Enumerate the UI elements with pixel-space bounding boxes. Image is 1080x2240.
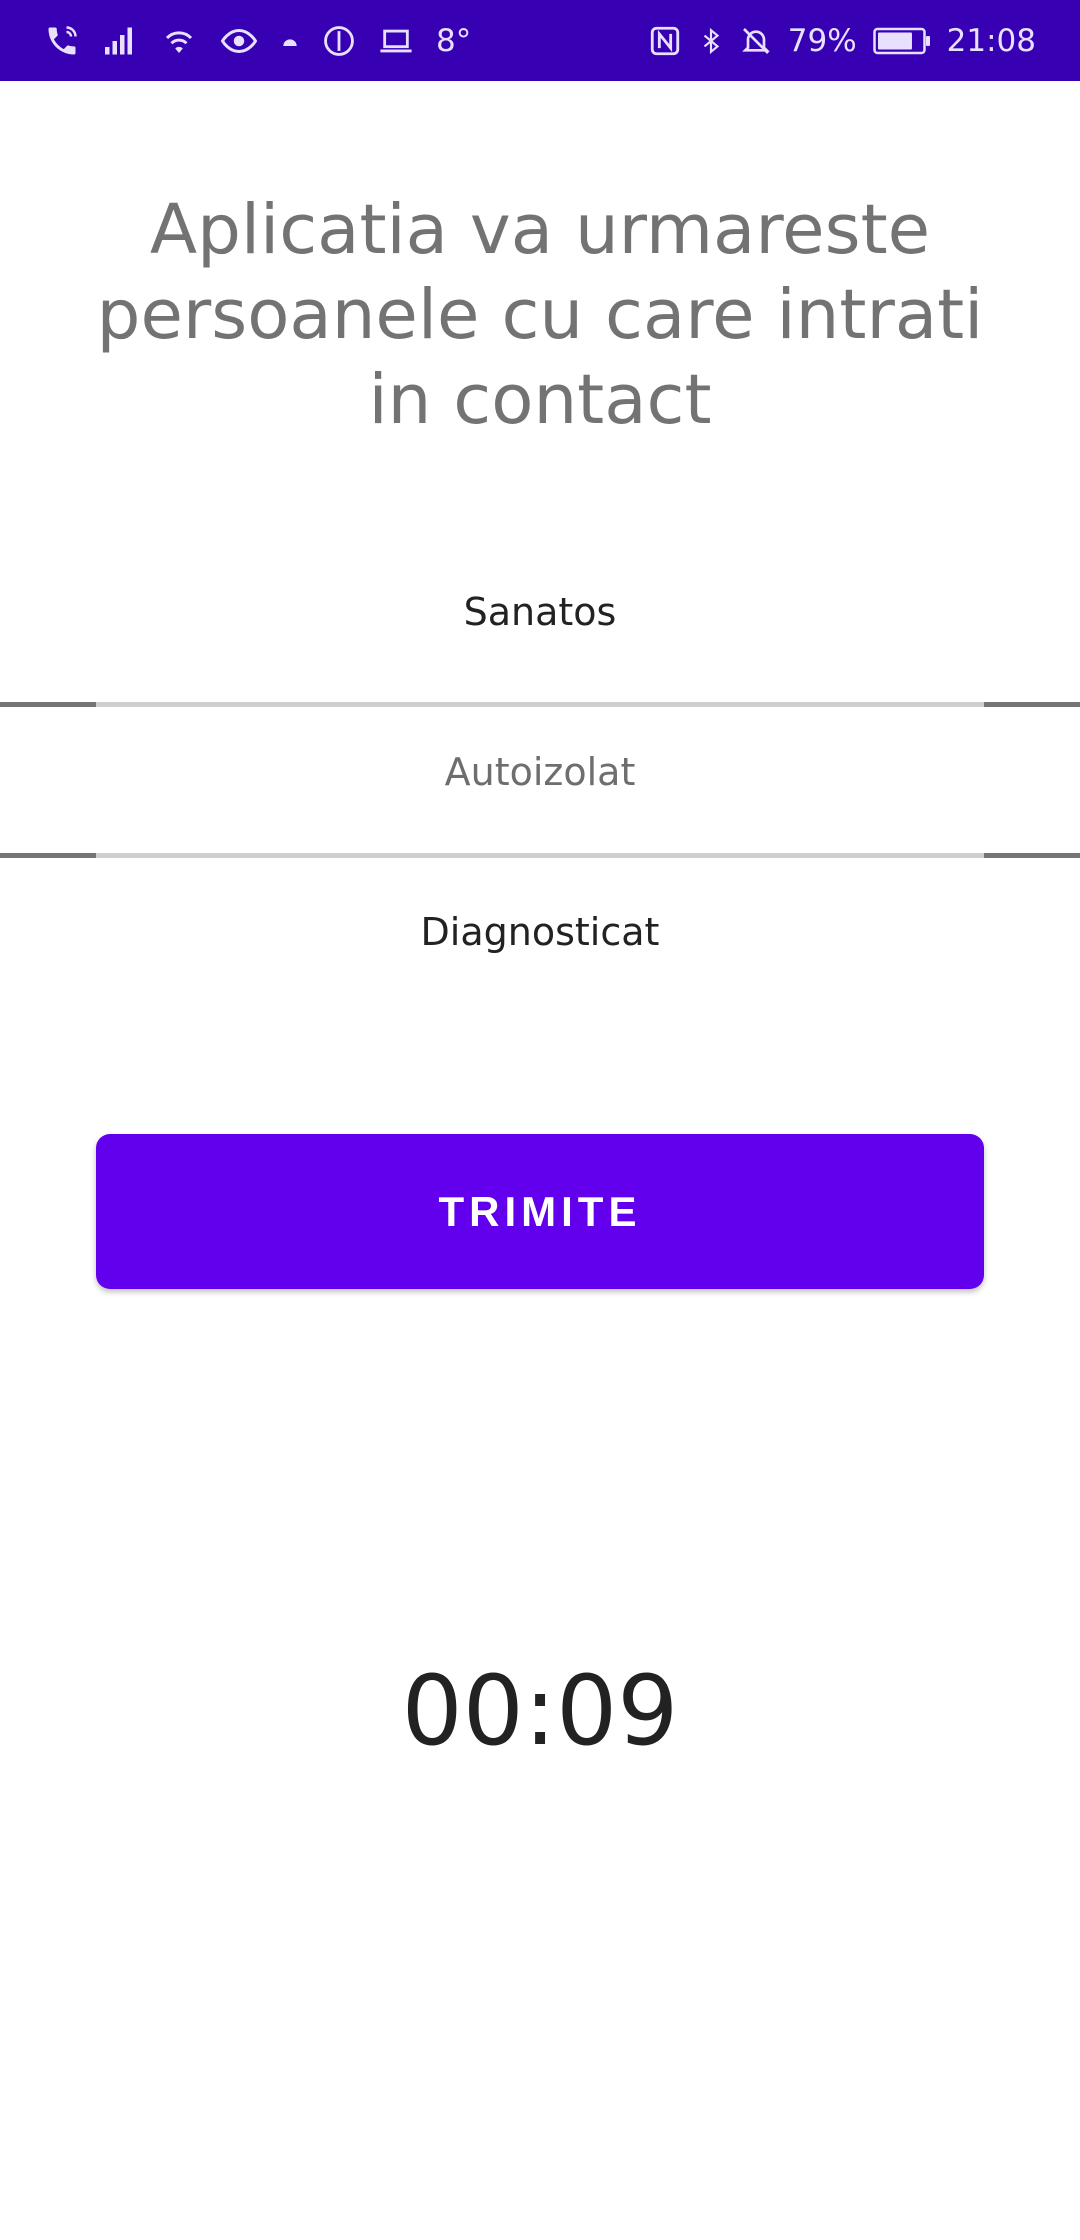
battery-percent-text: 79% bbox=[787, 22, 857, 59]
android-icon bbox=[280, 31, 300, 51]
nfc-icon bbox=[648, 24, 682, 58]
bell-off-icon bbox=[740, 24, 772, 58]
status-number-picker[interactable]: Sanatos Autoizolat Diagnosticat bbox=[0, 560, 1080, 954]
page-title: Aplicatia va urmareste persoanele cu car… bbox=[96, 190, 984, 440]
phone-wifi-calling-icon bbox=[44, 23, 80, 59]
picker-selection-divider-top bbox=[0, 702, 1080, 707]
wifi-icon bbox=[160, 23, 198, 59]
eye-icon bbox=[220, 23, 258, 59]
picker-option-autoizolat-selected[interactable]: Autoizolat bbox=[0, 750, 1080, 794]
clock-text: 21:08 bbox=[946, 22, 1036, 59]
timer-display: 00:09 bbox=[401, 1655, 679, 1767]
battery-icon bbox=[872, 26, 931, 56]
signal-icon bbox=[102, 23, 138, 59]
picker-selection-divider-bottom bbox=[0, 853, 1080, 858]
picker-option-diagnosticat[interactable]: Diagnosticat bbox=[0, 910, 1080, 954]
picker-option-sanatos[interactable]: Sanatos bbox=[0, 590, 1080, 634]
status-bar: 8° 79% 21:08 bbox=[0, 0, 1080, 81]
status-bar-right: 79% 21:08 bbox=[648, 0, 1036, 81]
laptop-icon bbox=[378, 24, 414, 58]
temperature-text: 8° bbox=[436, 22, 472, 59]
compass-icon bbox=[322, 24, 356, 58]
send-button[interactable]: TRIMITE bbox=[96, 1134, 984, 1289]
bluetooth-icon bbox=[698, 23, 724, 59]
status-bar-left: 8° bbox=[44, 0, 471, 81]
